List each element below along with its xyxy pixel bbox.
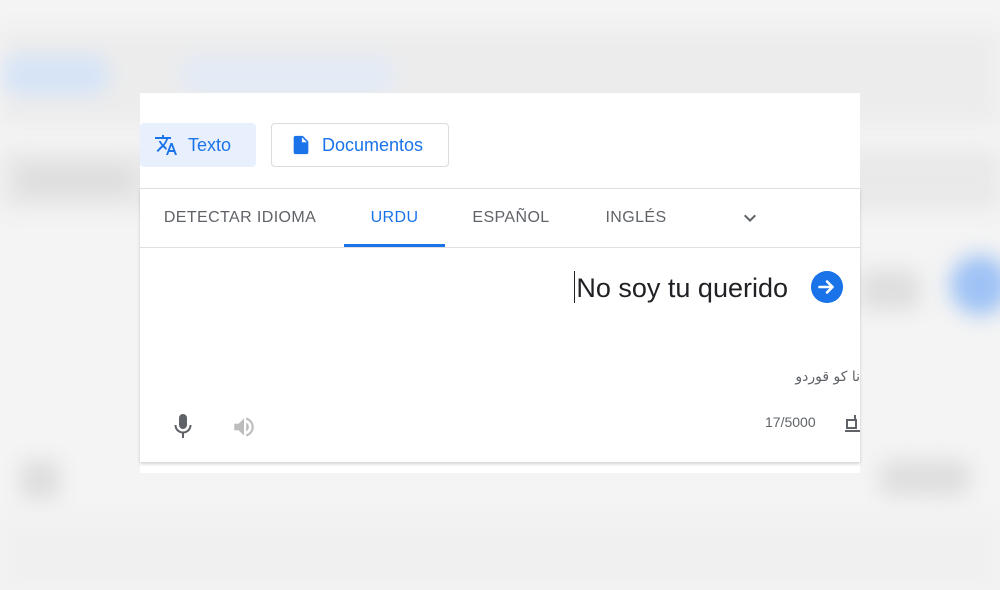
document-icon bbox=[293, 135, 309, 155]
transliteration-text: نا کو قوردو bbox=[795, 369, 860, 385]
tab-detect-language[interactable]: DETECTAR IDIOMA bbox=[150, 189, 330, 247]
source-language-tabs: DETECTAR IDIOMA URDU ESPAÑOL INGLÉS bbox=[140, 189, 860, 248]
microphone-icon[interactable] bbox=[171, 412, 195, 440]
chevron-down-icon[interactable] bbox=[738, 206, 762, 230]
documents-mode-label: Documentos bbox=[322, 134, 424, 155]
tab-urdu[interactable]: URDU bbox=[344, 189, 445, 247]
source-text: No soy tu querido bbox=[576, 273, 788, 303]
documents-mode-button[interactable]: Documentos bbox=[271, 123, 449, 167]
speaker-icon[interactable] bbox=[231, 414, 257, 440]
text-mode-label: Texto bbox=[188, 134, 232, 155]
text-mode-button[interactable]: Texto bbox=[140, 123, 256, 167]
arrow-forward-icon[interactable] bbox=[811, 271, 843, 303]
tab-english[interactable]: INGLÉS bbox=[590, 189, 682, 247]
translate-icon bbox=[155, 135, 177, 155]
source-text-card: DETECTAR IDIOMA URDU ESPAÑOL INGLÉS No s… bbox=[140, 188, 860, 462]
translate-panel: Texto Documentos DETECTAR IDIOMA URDU ES… bbox=[140, 93, 860, 473]
character-counter: 17/5000 bbox=[765, 414, 816, 430]
mode-bar: Texto Documentos bbox=[140, 93, 860, 188]
source-text-input[interactable]: No soy tu querido bbox=[160, 271, 788, 304]
keyboard-icon[interactable] bbox=[845, 413, 860, 435]
tab-spanish[interactable]: ESPAÑOL bbox=[456, 189, 566, 247]
